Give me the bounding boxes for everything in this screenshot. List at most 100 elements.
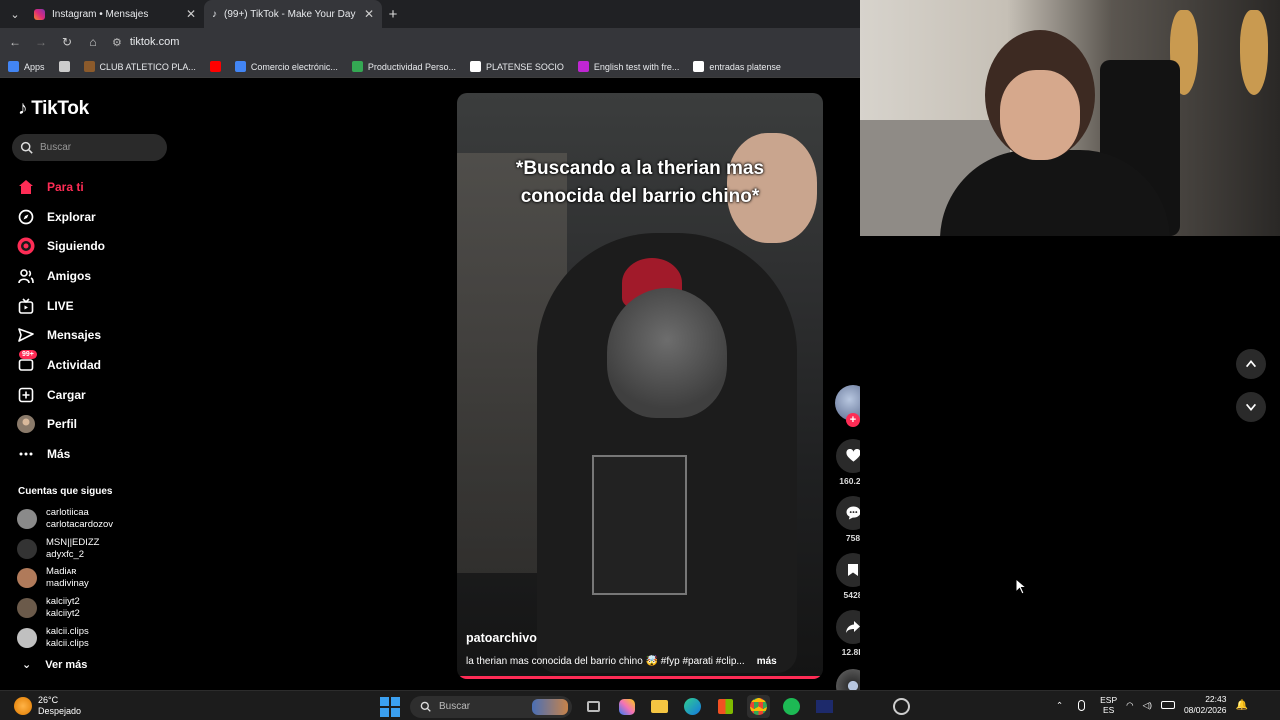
file-explorer-icon[interactable]: [648, 695, 671, 718]
following-account[interactable]: MSN||EDIZZ adyxfc_2: [17, 534, 113, 564]
ef-icon: [577, 61, 589, 72]
system-tray: ⌃ ESP ES ◠ ◁) 22:43 08/02/2026 🔔: [1056, 694, 1248, 716]
url-text[interactable]: tiktok.com: [130, 36, 180, 48]
task-view-icon[interactable]: [582, 695, 605, 718]
screen: ⌄ Instagram • Mensajes ✕ ♪ (99+) TikTok …: [0, 0, 1280, 720]
follow-plus-icon[interactable]: +: [846, 413, 860, 427]
following-account[interactable]: kalcii.clips kalcii.clips: [17, 623, 113, 653]
close-icon[interactable]: ✕: [186, 7, 196, 21]
following-account[interactable]: carlotiicaa carlotacardozov: [17, 504, 113, 534]
search-box[interactable]: [12, 134, 167, 161]
copilot-icon[interactable]: [615, 695, 638, 718]
next-video-button[interactable]: [1236, 392, 1266, 422]
sidebar-item-label: Siguiendo: [47, 239, 105, 254]
sidebar-item-following[interactable]: Siguiendo: [17, 231, 105, 261]
tab-tiktok[interactable]: ♪ (99+) TikTok - Make Your Day ✕: [204, 0, 382, 28]
sidebar-item-profile[interactable]: Perfil: [17, 410, 105, 440]
bookmark-item[interactable]: CLUB ATLETICO PLA...: [83, 61, 196, 72]
weather-widget[interactable]: 26°C Despejado: [14, 695, 81, 717]
address-bar[interactable]: ⚙ tiktok.com: [112, 36, 179, 49]
store-icon[interactable]: [714, 695, 737, 718]
wifi-icon[interactable]: ◠: [1126, 700, 1133, 711]
notification-bell-icon[interactable]: 🔔: [1235, 700, 1247, 711]
following-account[interactable]: kalciiyt2 kalciiyt2: [17, 593, 113, 623]
language-bottom: ES: [1102, 705, 1115, 715]
previous-video-button[interactable]: [1236, 349, 1266, 379]
messages-icon: [17, 326, 35, 344]
following-title: Cuentas que sigues: [18, 486, 113, 497]
taskbar-search-placeholder: Buscar: [439, 701, 471, 712]
video-more-button[interactable]: más: [757, 656, 777, 667]
sidebar-item-upload[interactable]: Cargar: [17, 380, 105, 410]
sidebar-item-compass[interactable]: Explorar: [17, 202, 105, 232]
video-shirt-print: [592, 455, 687, 595]
sidebar-item-home[interactable]: Para ti: [17, 172, 105, 202]
bookmark-item[interactable]: [58, 61, 70, 72]
close-icon[interactable]: ✕: [364, 7, 374, 21]
streaming-app-icon[interactable]: [813, 695, 836, 718]
site-settings-icon[interactable]: ⚙: [112, 36, 122, 49]
tab-search-icon[interactable]: ⌄: [4, 3, 26, 25]
instagram-icon: [34, 8, 45, 20]
tiktok-logo[interactable]: ♪ TikTok: [18, 98, 89, 120]
bookmark-label: Productividad Perso...: [367, 61, 456, 72]
sidebar-item-more[interactable]: Más: [17, 439, 105, 469]
chevron-up-icon[interactable]: ⌃: [1056, 700, 1063, 711]
reload-icon[interactable]: ↻: [60, 35, 74, 49]
bookmark-item[interactable]: English test with fre...: [577, 61, 679, 72]
home-icon[interactable]: ⌂: [86, 35, 100, 49]
sidebar-item-activity[interactable]: 99+ Actividad: [17, 350, 105, 380]
chevron-down-icon: [1245, 403, 1257, 411]
bookmark-item[interactable]: Comercio electrónic...: [234, 61, 338, 72]
clock[interactable]: 22:43 08/02/2026: [1184, 694, 1227, 716]
avatar: [17, 568, 37, 589]
comment-button[interactable]: [836, 496, 860, 530]
creator-avatar[interactable]: +: [835, 385, 860, 427]
following-account[interactable]: Madiᴀʀ madivinay: [17, 564, 113, 594]
music-disc-icon[interactable]: [836, 669, 860, 690]
bookmark-item[interactable]: entradas platense: [693, 61, 781, 72]
taskbar-search[interactable]: Buscar: [410, 695, 572, 718]
back-arrow-icon[interactable]: ←: [8, 35, 22, 49]
compass-icon: [17, 208, 35, 226]
obs-icon[interactable]: [890, 695, 913, 718]
edge-icon[interactable]: [681, 695, 704, 718]
sidebar-item-label: Explorar: [47, 209, 96, 224]
save-count: 5428: [843, 590, 860, 600]
share-button[interactable]: [836, 610, 860, 644]
chrome-icon[interactable]: [747, 695, 770, 718]
search-input[interactable]: [40, 142, 150, 153]
bookmark-item[interactable]: Apps: [8, 61, 45, 72]
sidebar-item-label: Más: [47, 447, 71, 462]
new-tab-button[interactable]: +: [382, 6, 404, 23]
bookmark-item[interactable]: [209, 61, 221, 72]
sidebar-item-friends[interactable]: Amigos: [17, 261, 105, 291]
like-button[interactable]: [836, 439, 860, 473]
volume-icon[interactable]: ◁): [1143, 700, 1152, 711]
club-crest-icon: [83, 61, 95, 72]
windows-start-icon[interactable]: [380, 696, 400, 717]
logo-text: TikTok: [31, 98, 89, 119]
forward-arrow-icon[interactable]: →: [34, 35, 48, 49]
sidebar-item-messages[interactable]: Mensajes: [17, 320, 105, 350]
sidebar-item-label: Para ti: [47, 179, 84, 194]
tab-instagram[interactable]: Instagram • Mensajes ✕: [26, 0, 204, 28]
language-indicator[interactable]: ESP ES: [1100, 695, 1117, 715]
video-player[interactable]: *Buscando a la therian mas conocida del …: [457, 93, 823, 679]
bookmark-item[interactable]: Productividad Perso...: [351, 61, 456, 72]
video-progress-bar[interactable]: [457, 676, 823, 679]
save-button[interactable]: [836, 553, 860, 587]
mouse-cursor-icon: [1015, 577, 1028, 600]
account-name: Madiᴀʀ: [46, 566, 77, 578]
see-more-button[interactable]: ⌄ Ver más: [22, 658, 87, 672]
avatar: [17, 598, 37, 619]
bookmark-item[interactable]: PLATENSE SOCIO: [469, 61, 564, 72]
account-handle: adyxfc_2: [46, 548, 85, 560]
avatar: [17, 508, 37, 529]
microphone-icon[interactable]: [1078, 699, 1086, 711]
spotify-icon[interactable]: [780, 695, 803, 718]
battery-icon[interactable]: [1160, 701, 1175, 709]
webcam-person-face: [1000, 70, 1080, 160]
sidebar-item-live[interactable]: LIVE: [17, 291, 105, 321]
video-author[interactable]: patoarchivo: [466, 631, 537, 645]
